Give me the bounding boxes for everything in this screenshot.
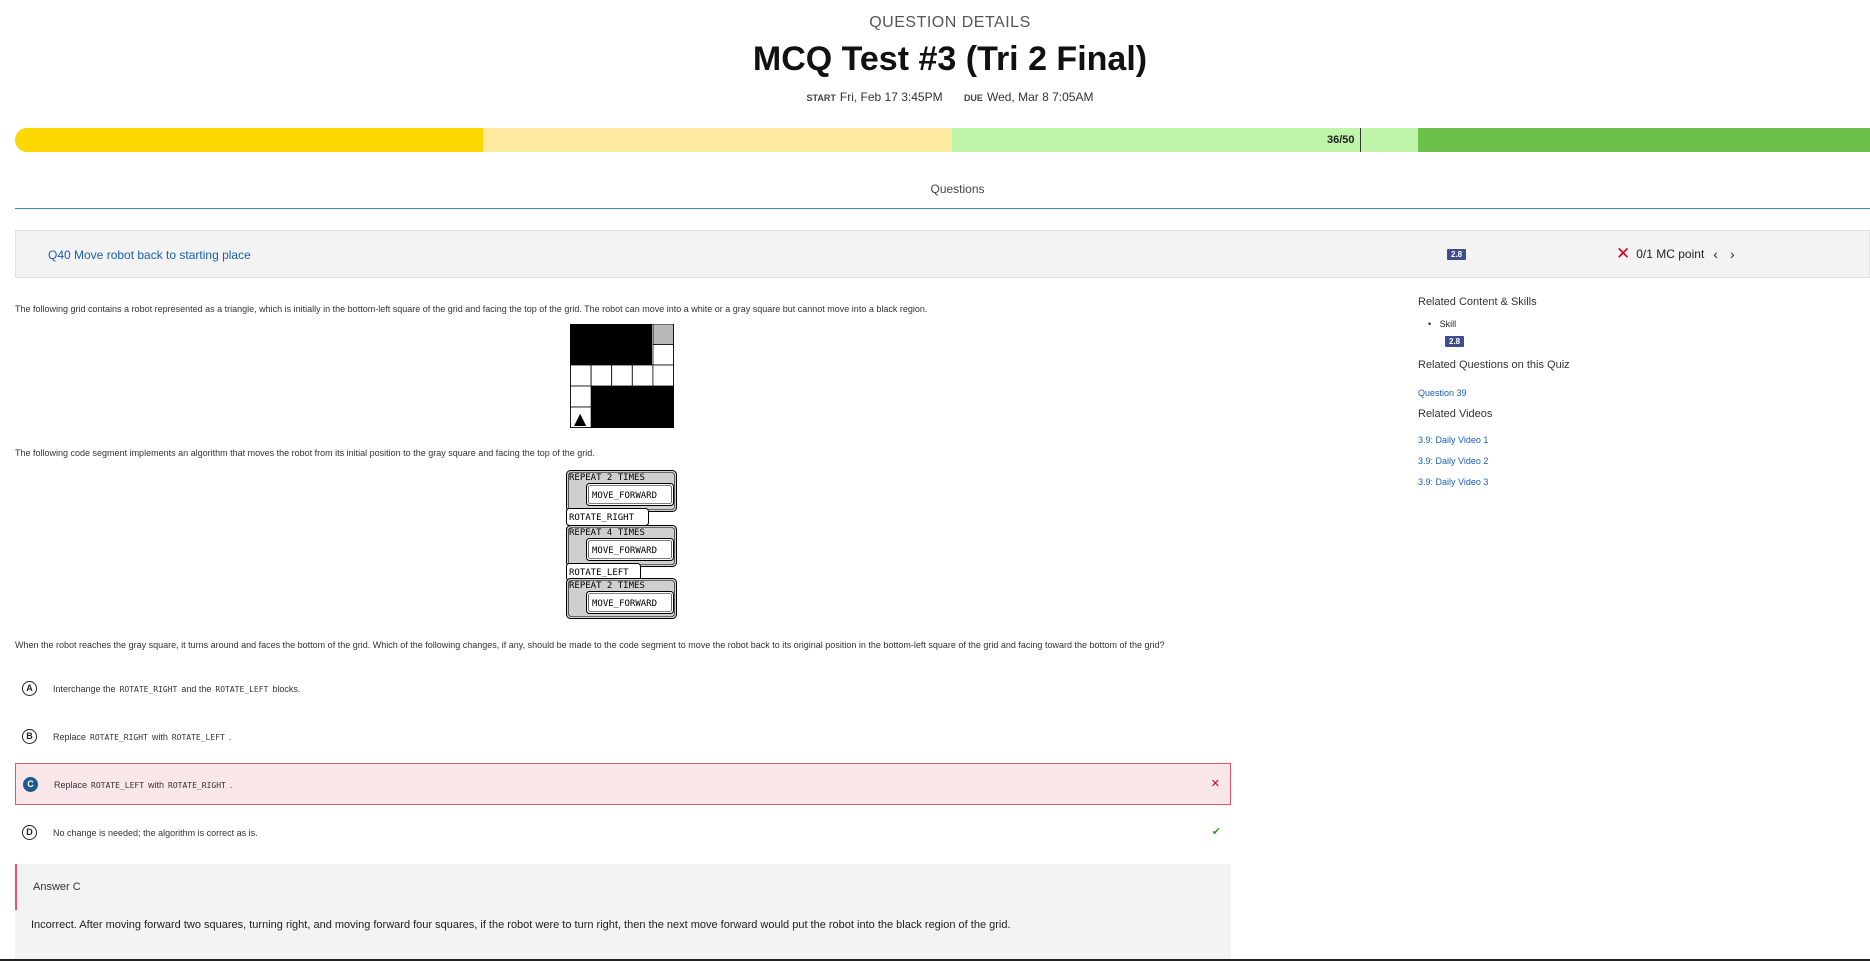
correct-check-icon: ✔: [1211, 826, 1221, 838]
progress-label: 36/50: [1327, 134, 1355, 146]
choice-letter: C: [23, 777, 38, 792]
grid-white-square: [652, 344, 674, 366]
repeat-label-2: REPEAT 4 TIMES: [569, 528, 645, 538]
move-forward-1: MOVE_FORWARD: [592, 491, 657, 501]
tab-questions[interactable]: Questions: [15, 182, 1870, 196]
choice-a[interactable]: A Interchange the ROTATE_RIGHT and the ROTA…: [15, 668, 1231, 710]
rotate-right-block: ROTATE_RIGHT: [566, 508, 649, 526]
sidebar-skill-badge: 2.8: [1445, 336, 1465, 347]
grid-black-region-top: [570, 324, 652, 365]
score-progress-bar: 36/50: [15, 128, 1870, 152]
choice-text: Replace ROTATE_LEFT with ROTATE_RIGHT.: [54, 780, 233, 790]
rotate-left-label: ROTATE_LEFT: [569, 568, 629, 578]
tab-questions-label: Questions: [930, 182, 985, 196]
start-value: Fri, Feb 17 3:45PM: [839, 90, 943, 104]
choice-letter: D: [22, 825, 37, 840]
answer-title: Answer C: [33, 881, 81, 893]
related-question-link[interactable]: Question 39: [1418, 388, 1467, 398]
tab-underline: [15, 208, 1870, 209]
answer-body: Incorrect. After moving forward two squa…: [31, 919, 1011, 931]
skill-label: Skill: [1439, 319, 1457, 329]
question-title[interactable]: Q40 Move robot back to starting place: [48, 248, 251, 262]
choice-c[interactable]: C Replace ROTATE_LEFT with ROTATE_RIGHT. ✕: [15, 763, 1231, 805]
choice-text: Interchange the ROTATE_RIGHT and the ROTATE…: [53, 684, 301, 694]
rotate-right-label: ROTATE_RIGHT: [569, 513, 635, 523]
related-content-heading: Related Content & Skills: [1418, 296, 1537, 308]
choice-text: Replace ROTATE_RIGHT with ROTATE_LEFT.: [53, 732, 232, 742]
video-link-1[interactable]: 3.9: Daily Video 1: [1418, 435, 1488, 445]
progress-segment-1: [15, 128, 483, 152]
grid-black-region-bottom: [591, 386, 674, 428]
choice-b[interactable]: B Replace ROTATE_RIGHT with ROTATE_LEFT.: [15, 716, 1231, 758]
chevron-left-icon[interactable]: ‹: [1710, 246, 1721, 262]
related-questions-heading: Related Questions on this Quiz: [1418, 359, 1570, 371]
dates-row: START Fri, Feb 17 3:45PM DUE Wed, Mar 8 7:…: [0, 90, 1870, 104]
repeat-label-3: REPEAT 2 TIMES: [569, 581, 645, 591]
video-link-3[interactable]: 3.9: Daily Video 3: [1418, 477, 1488, 487]
due-label: DUE: [963, 93, 983, 103]
incorrect-icon: ✕: [1616, 244, 1631, 263]
repeat-label-1: REPEAT 2 TIMES: [569, 473, 645, 483]
choice-letter: B: [22, 729, 37, 744]
choice-d[interactable]: D No change is needed; the algorithm is …: [15, 812, 1231, 854]
bullet-icon: •: [1428, 319, 1432, 329]
page-title: MCQ Test #3 (Tri 2 Final): [752, 40, 1148, 78]
repeat-block-1: REPEAT 2 TIMES MOVE_FORWARD: [566, 470, 677, 512]
rotate-left-block: ROTATE_LEFT: [566, 563, 641, 581]
robot-triangle: ▲: [574, 409, 587, 428]
code-intro: The following code segment implements an…: [15, 448, 595, 458]
skill-badge: 2.8: [1447, 249, 1467, 260]
grid-middle-row: [570, 364, 674, 387]
start-label: START: [806, 93, 836, 103]
question-prompt: When the robot reaches the gray square, …: [15, 640, 1165, 650]
robot-grid-figure: ▲: [570, 324, 674, 428]
question-score: ✕ 0/1 MC point ‹ ›: [1616, 245, 1738, 262]
skill-item: • Skill: [1428, 319, 1456, 329]
incorrect-mark-icon: ✕: [1210, 778, 1220, 790]
repeat-block-2: REPEAT 4 TIMES MOVE_FORWARD: [566, 525, 677, 567]
question-intro: The following grid contains a robot repr…: [15, 304, 928, 314]
move-forward-2: MOVE_FORWARD: [592, 546, 657, 556]
video-link-2[interactable]: 3.9: Daily Video 2: [1418, 456, 1488, 466]
code-segment-figure: REPEAT 2 TIMES MOVE_FORWARD ROTATE_RIGHT…: [566, 470, 677, 619]
question-header-bar: Q40 Move robot back to starting place 2.…: [15, 230, 1870, 278]
answer-accent-line: [15, 864, 17, 910]
move-forward-3: MOVE_FORWARD: [592, 599, 657, 609]
repeat-block-3: REPEAT 2 TIMES MOVE_FORWARD: [566, 578, 677, 619]
grid-white-left: [570, 385, 592, 408]
choice-letter: A: [22, 681, 37, 696]
due-value: Wed, Mar 8 7:05AM: [986, 90, 1094, 104]
page-subtitle: QUESTION DETAILS: [869, 14, 1031, 31]
choice-text: No change is needed; the algorithm is co…: [53, 828, 258, 838]
answer-explanation: Answer C Incorrect. After moving forward…: [15, 864, 1231, 961]
chevron-right-icon[interactable]: ›: [1727, 246, 1738, 262]
score-text: 0/1 MC point: [1636, 246, 1705, 261]
progress-marker: [1360, 128, 1361, 152]
progress-segment-4: [1418, 128, 1870, 152]
related-videos-heading: Related Videos: [1418, 408, 1493, 420]
grid-gray-square: [652, 324, 674, 345]
progress-segment-2: [483, 128, 952, 152]
